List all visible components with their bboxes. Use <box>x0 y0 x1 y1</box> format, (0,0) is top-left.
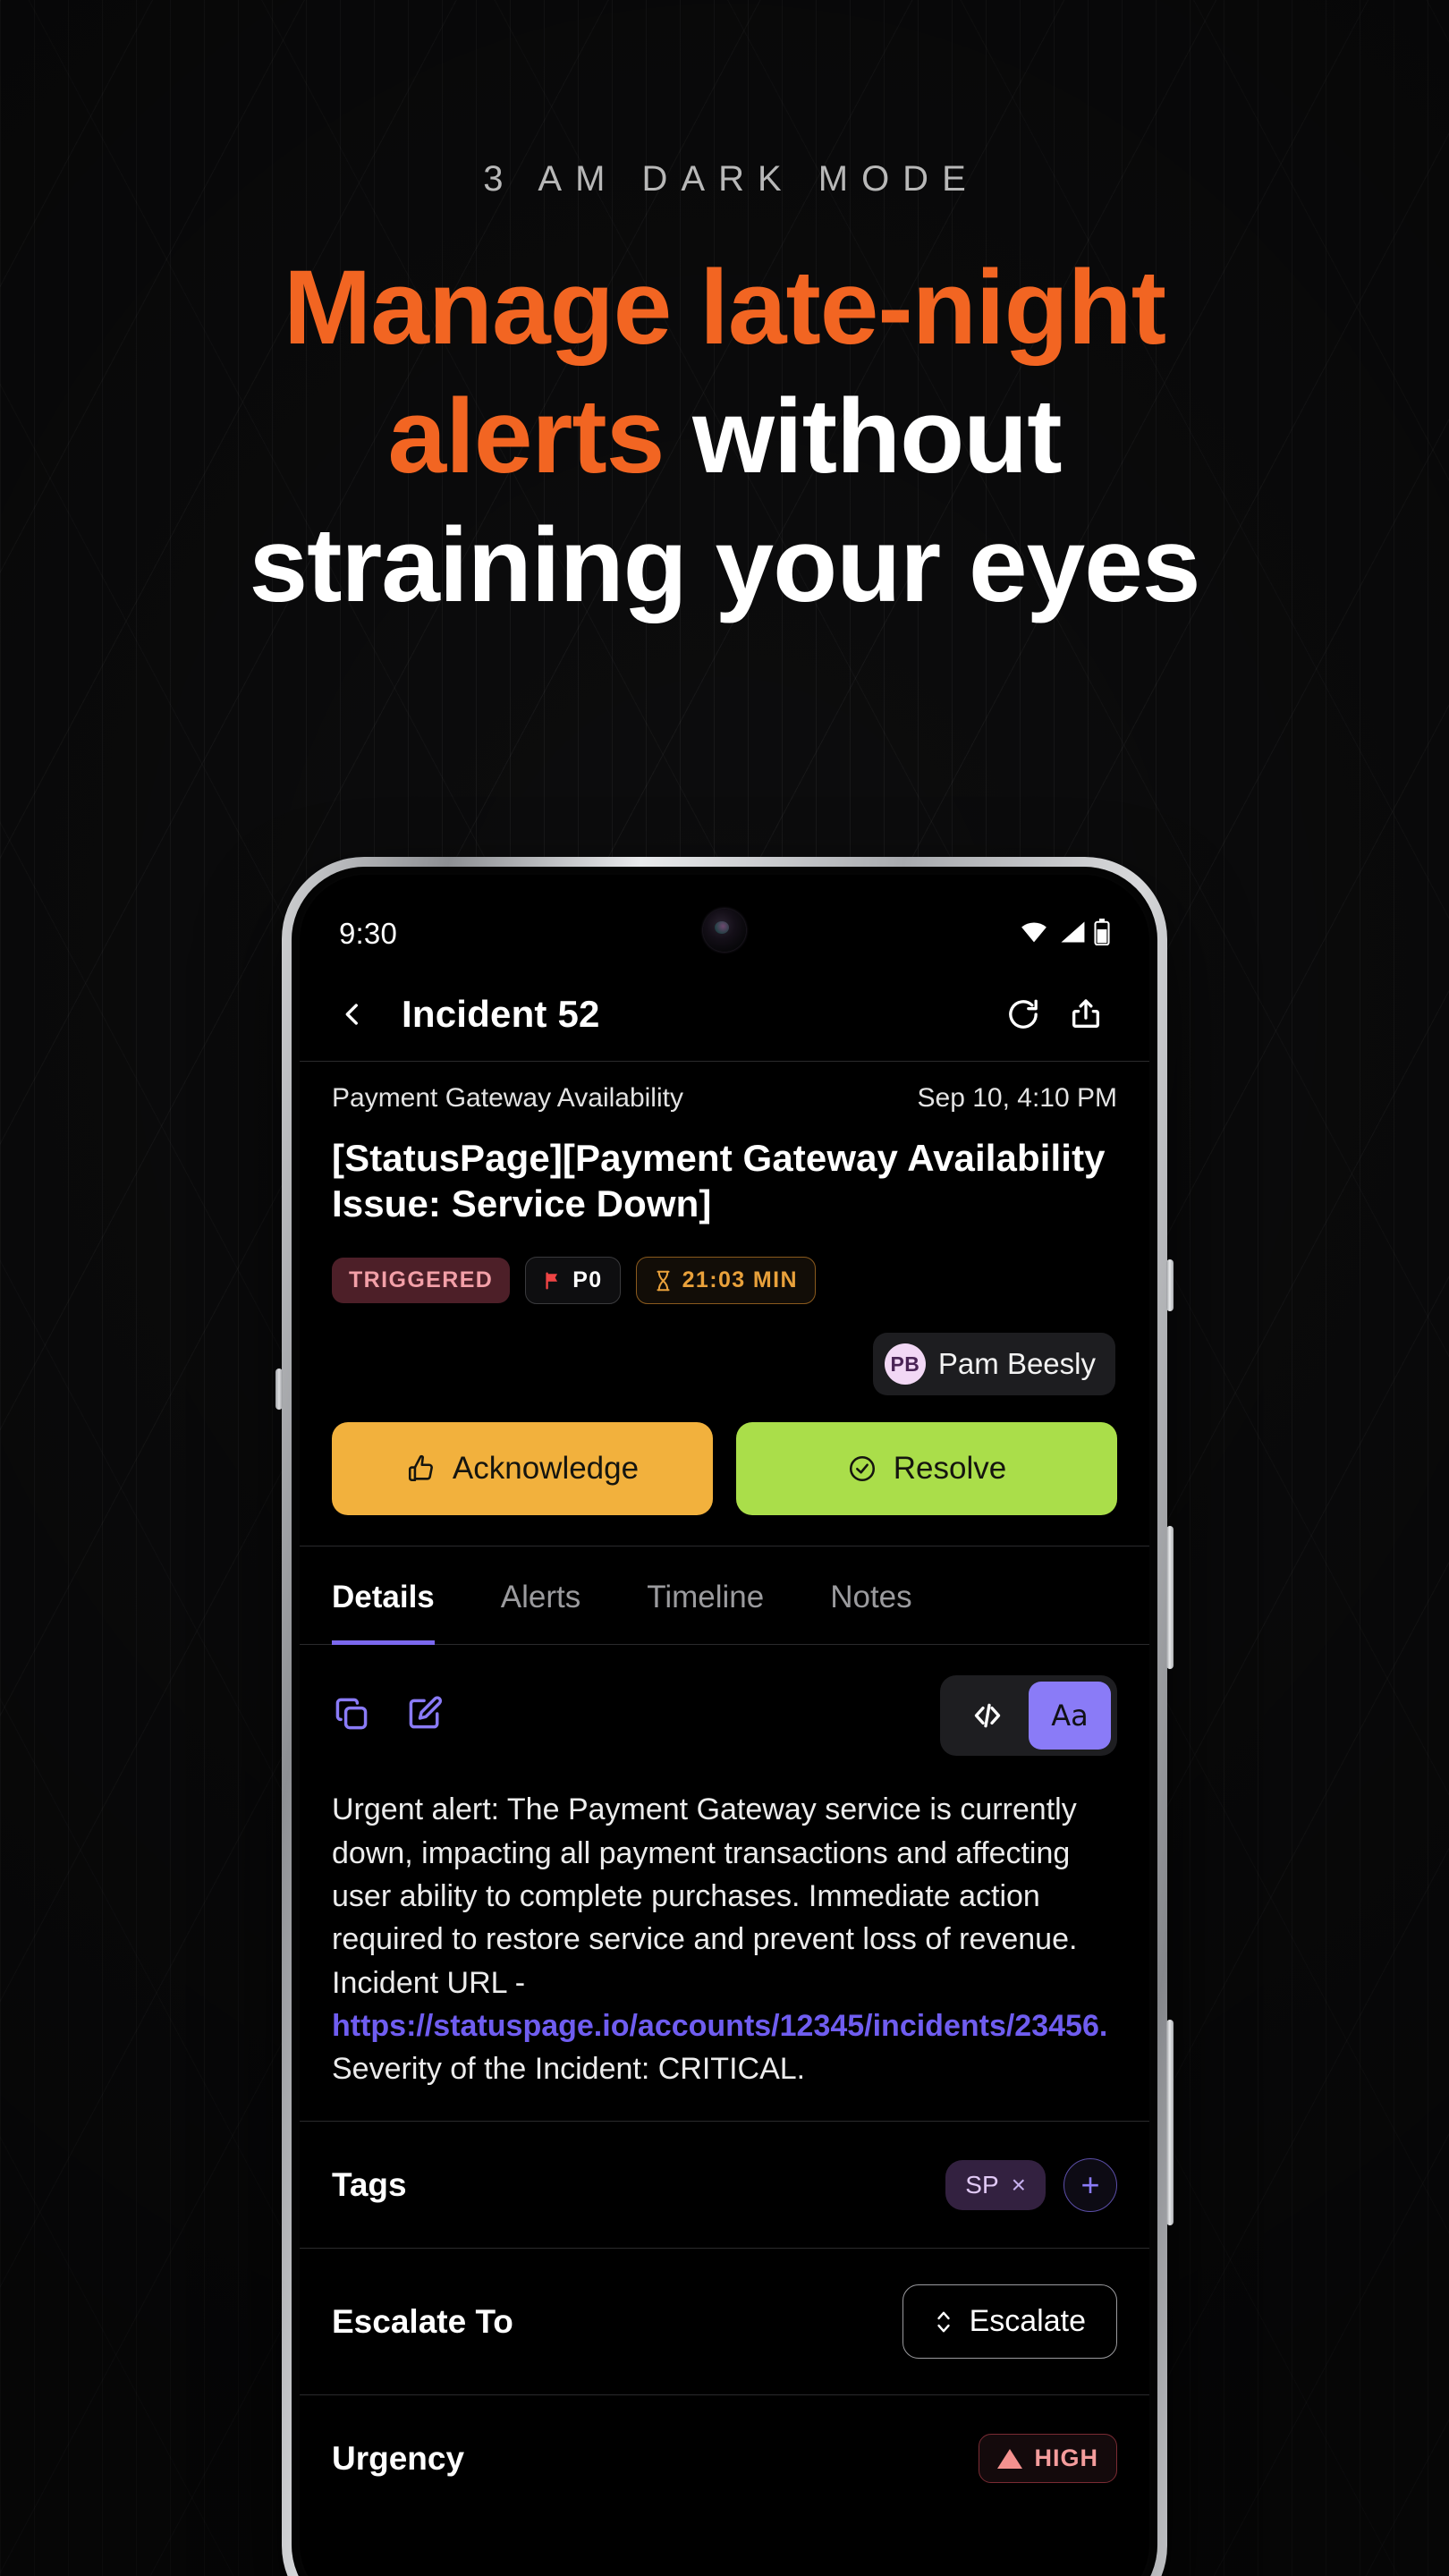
incident-actions: Acknowledge Resolve <box>332 1422 1117 1546</box>
copy-icon[interactable] <box>332 1694 371 1738</box>
chevron-updown-icon <box>936 2311 950 2333</box>
headline-line2-rest: without <box>692 377 1062 496</box>
incident-description: Urgent alert: The Payment Gateway servic… <box>300 1772 1149 2121</box>
phone-screen: 9:30 Incident 52 Payment Gateway Availab… <box>300 875 1149 2576</box>
incident-badges: TRIGGERED P0 21:03 MIN <box>332 1257 1117 1305</box>
assignee-name: Pam Beesly <box>937 1347 1096 1381</box>
edit-pencil-icon[interactable] <box>405 1694 445 1738</box>
cellular-signal-icon <box>1057 920 1086 948</box>
add-tag-button[interactable]: + <box>1063 2157 1117 2212</box>
hero-headline: Manage late-night alerts without straini… <box>0 255 1449 618</box>
refresh-icon[interactable] <box>996 987 1051 1042</box>
incident-header: Payment Gateway Availability Sep 10, 4:1… <box>300 1062 1149 1546</box>
status-bar-time: 9:30 <box>339 917 398 950</box>
tags-row: Tags SP × + <box>300 2121 1149 2248</box>
code-view-button[interactable] <box>946 1682 1029 1750</box>
priority-badge: P0 <box>525 1257 621 1305</box>
status-bar-icons <box>1019 918 1110 950</box>
status-badge: TRIGGERED <box>332 1258 511 1304</box>
phone-power-button[interactable] <box>1166 2020 1174 2225</box>
tab-details[interactable]: Details <box>332 1547 435 1646</box>
wifi-icon <box>1019 920 1049 948</box>
editor-toolbar: Aa <box>300 1645 1149 1772</box>
incident-service: Payment Gateway Availability <box>332 1083 683 1113</box>
escalate-row-controls: Escalate <box>902 2284 1117 2360</box>
tab-alerts[interactable]: Alerts <box>501 1547 580 1645</box>
app-bar: Incident 52 <box>300 968 1149 1061</box>
hero-section: 3 AM DARK MODE Manage late-night alerts … <box>0 0 1449 641</box>
text-view-label: Aa <box>1051 1699 1089 1733</box>
incident-url-link[interactable]: https://statuspage.io/accounts/12345/inc… <box>332 2009 1107 2043</box>
check-circle-icon <box>849 1456 875 1482</box>
priority-badge-label: P0 <box>572 1267 603 1293</box>
urgency-row-controls: HIGH <box>978 2434 1117 2484</box>
incident-meta-row: Payment Gateway Availability Sep 10, 4:1… <box>332 1083 1117 1114</box>
urgency-badge[interactable]: HIGH <box>978 2434 1117 2484</box>
escalate-button-label: Escalate <box>969 2304 1086 2339</box>
tab-bar: Details Alerts Timeline Notes <box>300 1546 1149 1646</box>
hourglass-icon <box>657 1270 670 1292</box>
tag-chip-sp[interactable]: SP × <box>945 2159 1046 2210</box>
tags-row-label: Tags <box>332 2165 407 2203</box>
incident-timestamp: Sep 10, 4:10 PM <box>917 1083 1117 1113</box>
timer-badge-label: 21:03 MIN <box>682 1267 798 1293</box>
resolve-button[interactable]: Resolve <box>736 1422 1117 1516</box>
timer-badge: 21:03 MIN <box>635 1257 816 1305</box>
description-part2: Severity of the Incident: CRITICAL. <box>332 2052 806 2087</box>
headline-line1: Manage late-night <box>283 249 1166 367</box>
urgency-row-label: Urgency <box>332 2439 465 2477</box>
acknowledge-button[interactable]: Acknowledge <box>332 1422 713 1516</box>
thumbs-up-icon <box>408 1455 433 1482</box>
flag-icon <box>546 1272 558 1290</box>
incident-title: [StatusPage][Payment Gateway Availabilit… <box>332 1137 1106 1225</box>
escalate-row: Escalate To Escalate <box>300 2248 1149 2394</box>
back-button[interactable] <box>325 987 380 1042</box>
poster-canvas: 3 AM DARK MODE Manage late-night alerts … <box>0 0 1449 2576</box>
phone-bezel: 9:30 Incident 52 Payment Gateway Availab… <box>292 867 1157 2576</box>
view-mode-toggle: Aa <box>940 1675 1117 1757</box>
editor-tool-icons <box>332 1694 445 1738</box>
battery-icon <box>1094 918 1110 950</box>
escalate-row-label: Escalate To <box>332 2302 513 2340</box>
hero-eyebrow: 3 AM DARK MODE <box>483 159 979 199</box>
headline-line3: straining your eyes <box>249 506 1200 624</box>
phone-mute-button[interactable] <box>1166 1259 1174 1311</box>
acknowledge-button-label: Acknowledge <box>452 1451 640 1487</box>
assignee-row: PB Pam Beesly <box>332 1333 1117 1396</box>
text-view-button[interactable]: Aa <box>1029 1682 1111 1750</box>
avatar: PB <box>884 1343 926 1385</box>
page-title: Incident 52 <box>402 993 600 1035</box>
tab-notes[interactable]: Notes <box>830 1547 911 1645</box>
headline-line2-accent: alerts <box>387 377 665 496</box>
tag-remove-icon[interactable]: × <box>1012 2171 1026 2199</box>
phone-mockup: 9:30 Incident 52 Payment Gateway Availab… <box>275 857 1174 2576</box>
description-part1: Urgent alert: The Payment Gateway servic… <box>332 1792 1078 2000</box>
tab-timeline[interactable]: Timeline <box>647 1547 764 1645</box>
escalate-button[interactable]: Escalate <box>902 2284 1117 2360</box>
share-icon[interactable] <box>1058 987 1114 1042</box>
assignee-chip[interactable]: PB Pam Beesly <box>872 1333 1115 1396</box>
phone-volume-button[interactable] <box>1166 1526 1174 1669</box>
urgency-row: Urgency HIGH <box>300 2394 1149 2521</box>
phone-left-button[interactable] <box>275 1368 283 1410</box>
urgency-badge-label: HIGH <box>1034 2445 1098 2472</box>
resolve-button-label: Resolve <box>893 1451 1007 1487</box>
tag-chip-label: SP <box>965 2170 999 2199</box>
front-camera-icon <box>703 909 746 952</box>
triangle-alert-icon <box>996 2448 1022 2469</box>
tags-row-controls: SP × + <box>945 2157 1117 2212</box>
